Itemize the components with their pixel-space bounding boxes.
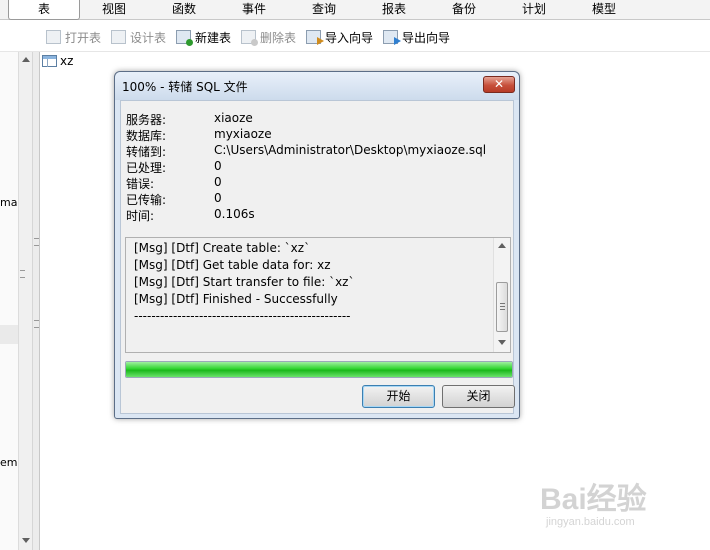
info-label: 已处理: bbox=[126, 161, 167, 175]
tab-events[interactable]: 事件 bbox=[224, 0, 284, 20]
main-tab-bar: 表 视图 函数 事件 查询 报表 备份 计划 模型 bbox=[0, 0, 710, 20]
watermark-brand: Bai经验 bbox=[540, 483, 647, 516]
close-icon: ✕ bbox=[493, 77, 505, 91]
dialog-titlebar[interactable]: 100% - 转储 SQL 文件 ✕ bbox=[115, 72, 519, 100]
delete-table-label: 删除表 bbox=[260, 30, 297, 45]
watermark-url: jingyan.baidu.com bbox=[546, 516, 635, 528]
table-icon bbox=[42, 55, 57, 67]
new-table-label: 新建表 bbox=[195, 30, 232, 45]
export-wizard-icon bbox=[383, 30, 401, 45]
delete-table-icon bbox=[241, 30, 258, 46]
delete-table-button[interactable]: 删除表 bbox=[241, 29, 297, 46]
table-name: xz bbox=[60, 54, 74, 68]
splitter-grip-icon bbox=[34, 320, 39, 328]
table-toolbar: 打开表 设计表 新建表 删除表 导入向导 导出向导 bbox=[0, 21, 710, 52]
tree-item-fragment[interactable]: ma bbox=[0, 196, 17, 209]
info-value: myxiaoze bbox=[214, 127, 272, 141]
dialog-title: 100% - 转储 SQL 文件 bbox=[122, 80, 248, 94]
scroll-up-icon[interactable] bbox=[22, 57, 30, 62]
log-box[interactable]: [Msg] [Dtf] Create table: `xz` [Msg] [Dtf… bbox=[125, 237, 511, 353]
design-table-label: 设计表 bbox=[130, 30, 167, 45]
import-wizard-label: 导入向导 bbox=[325, 30, 374, 45]
log-line: ----------------------------------------… bbox=[134, 309, 351, 323]
info-value: 0 bbox=[214, 175, 222, 189]
tab-model[interactable]: 模型 bbox=[574, 0, 634, 20]
tab-backup[interactable]: 备份 bbox=[434, 0, 494, 20]
new-table-icon bbox=[176, 30, 193, 46]
dialog-body: 服务器: xiaoze 数据库: myxiaoze 转储到: C:\Users\Admin… bbox=[120, 100, 515, 414]
info-label: 已传输: bbox=[126, 193, 167, 207]
dump-sql-dialog: 100% - 转储 SQL 文件 ✕ 服务器: xiaoze 数据库: myxiaoz… bbox=[114, 71, 520, 419]
close-button[interactable]: 关闭 bbox=[442, 385, 515, 408]
tree-scrollbar[interactable] bbox=[18, 52, 32, 550]
open-table-icon bbox=[46, 30, 61, 44]
import-wizard-button[interactable]: 导入向导 bbox=[306, 29, 373, 45]
info-value: xiaoze bbox=[214, 111, 253, 125]
scroll-grip-icon[interactable] bbox=[20, 270, 25, 278]
scroll-up-icon[interactable] bbox=[498, 243, 506, 248]
scroll-down-icon[interactable] bbox=[498, 340, 506, 345]
info-value: 0 bbox=[214, 159, 222, 173]
log-scrollbar[interactable] bbox=[493, 238, 510, 352]
splitter-grip-icon bbox=[34, 238, 39, 246]
info-label: 转储到: bbox=[126, 145, 167, 159]
log-line: [Msg] [Dtf] Finished - Successfully bbox=[134, 292, 338, 306]
info-label: 错误: bbox=[126, 177, 155, 191]
new-table-button[interactable]: 新建表 bbox=[176, 29, 232, 46]
design-table-icon bbox=[111, 30, 126, 44]
info-value: 0 bbox=[214, 191, 222, 205]
info-label: 时间: bbox=[126, 209, 155, 223]
info-label: 服务器: bbox=[126, 113, 167, 127]
open-table-button[interactable]: 打开表 bbox=[46, 29, 101, 45]
info-value: C:\Users\Administrator\Desktop\myxiaoze.… bbox=[214, 143, 487, 157]
baidu-watermark: Bai经验 jingyan.baidu.com bbox=[534, 470, 704, 540]
scroll-down-icon[interactable] bbox=[22, 538, 30, 543]
scroll-thumb[interactable] bbox=[496, 282, 508, 332]
info-label: 数据库: bbox=[126, 129, 167, 143]
log-line: [Msg] [Dtf] Get table data for: xz bbox=[134, 258, 331, 272]
export-wizard-button[interactable]: 导出向导 bbox=[383, 29, 450, 45]
progress-fill bbox=[126, 362, 512, 377]
tab-schedule[interactable]: 计划 bbox=[504, 0, 564, 20]
panel-splitter[interactable] bbox=[33, 52, 40, 550]
close-window-button[interactable]: ✕ bbox=[483, 76, 515, 93]
design-table-button[interactable]: 设计表 bbox=[111, 29, 166, 45]
tab-functions[interactable]: 函数 bbox=[154, 0, 214, 20]
start-button[interactable]: 开始 bbox=[362, 385, 435, 408]
info-value: 0.106s bbox=[214, 207, 255, 221]
table-list-item[interactable]: xz bbox=[42, 53, 73, 69]
tab-tables[interactable]: 表 bbox=[8, 0, 80, 20]
tab-reports[interactable]: 报表 bbox=[364, 0, 424, 20]
log-line: [Msg] [Dtf] Start transfer to file: `xz` bbox=[134, 275, 355, 289]
open-table-label: 打开表 bbox=[65, 30, 102, 45]
tab-views[interactable]: 视图 bbox=[84, 0, 144, 20]
tab-queries[interactable]: 查询 bbox=[294, 0, 354, 20]
progress-bar bbox=[125, 361, 513, 378]
import-wizard-icon bbox=[306, 30, 324, 45]
log-line: [Msg] [Dtf] Create table: `xz` bbox=[134, 241, 311, 255]
export-wizard-label: 导出向导 bbox=[402, 30, 451, 45]
tree-item-fragment[interactable]: em bbox=[0, 456, 17, 469]
